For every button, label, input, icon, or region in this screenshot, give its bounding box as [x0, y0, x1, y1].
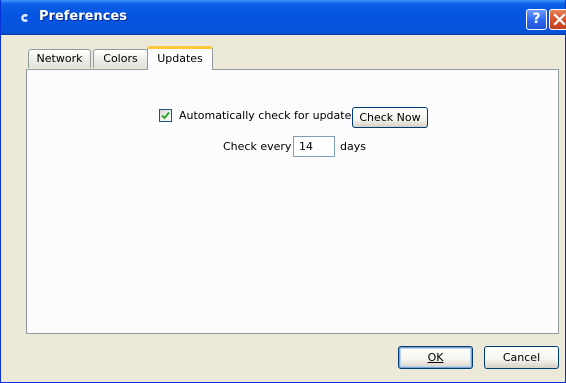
- cancel-button[interactable]: Cancel: [484, 346, 559, 369]
- interval-input[interactable]: 14: [293, 136, 335, 157]
- preferences-window: Preferences ? Network Colors Updates Aut…: [0, 0, 566, 383]
- check-now-button[interactable]: Check Now: [352, 107, 428, 128]
- ok-button[interactable]: OK: [398, 346, 473, 369]
- help-icon: ?: [532, 11, 541, 27]
- tab-updates[interactable]: Updates: [147, 46, 213, 70]
- ok-button-label: OK: [427, 351, 444, 364]
- tab-colors[interactable]: Colors: [93, 49, 148, 68]
- title-bar[interactable]: Preferences ?: [1, 0, 566, 35]
- window-title: Preferences: [39, 9, 127, 24]
- close-button[interactable]: [549, 9, 566, 30]
- app-icon: [21, 14, 28, 22]
- close-icon: [553, 13, 566, 26]
- checkmark-icon: [161, 111, 170, 120]
- auto-check-label[interactable]: Automatically check for updates: [179, 109, 357, 122]
- check-every-label: Check every: [223, 140, 292, 153]
- help-button[interactable]: ?: [526, 9, 547, 30]
- auto-check-checkbox[interactable]: [159, 109, 172, 122]
- interval-unit-label: days: [340, 140, 366, 153]
- tab-network[interactable]: Network: [28, 49, 91, 68]
